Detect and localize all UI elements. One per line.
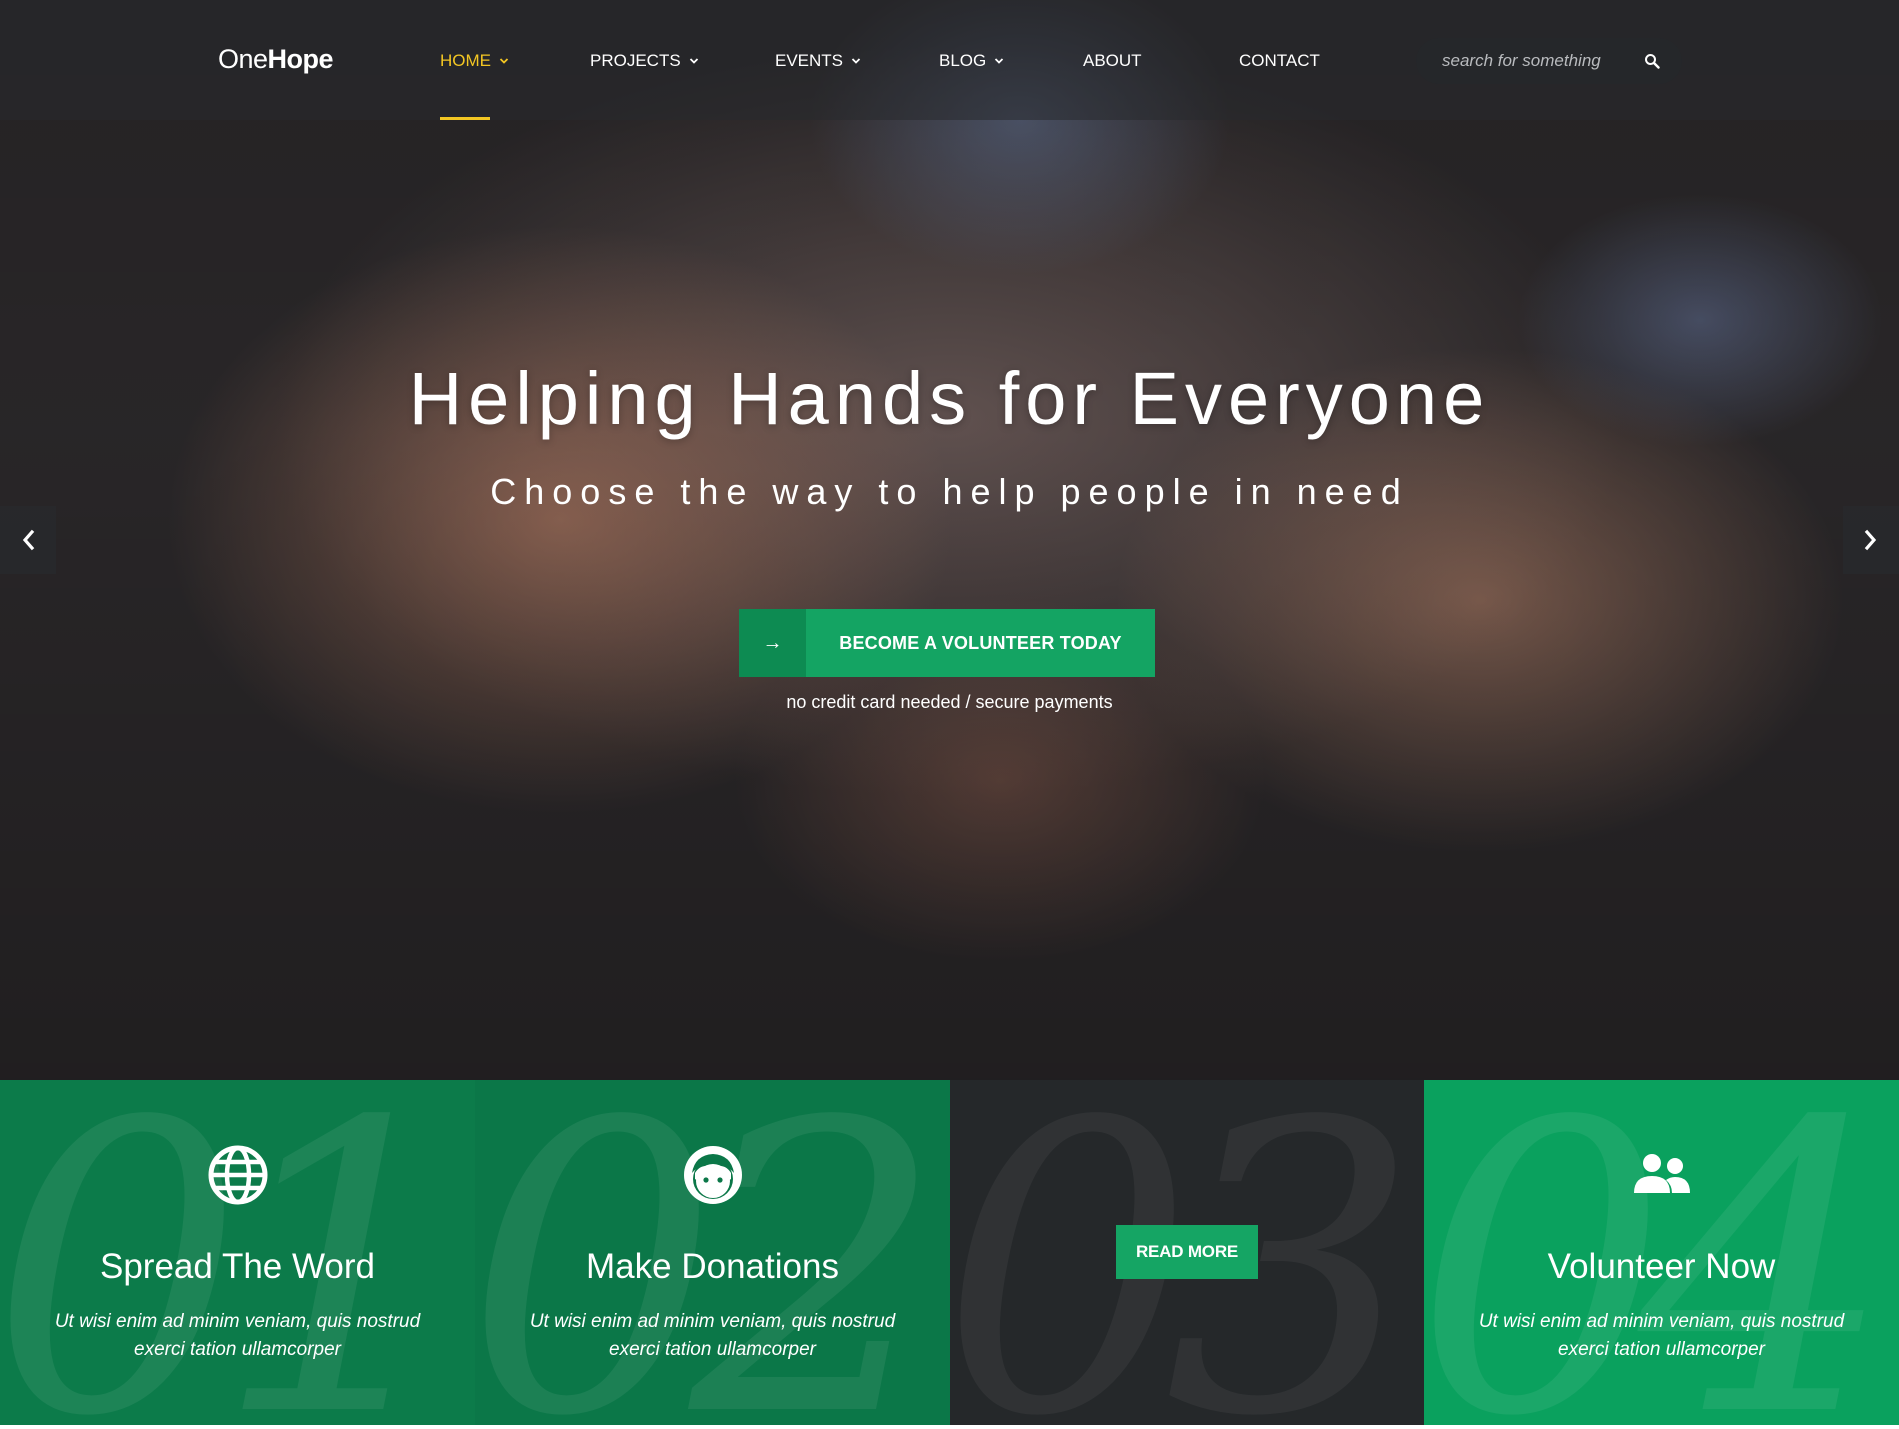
- feature-title: Make Donations: [586, 1247, 839, 1286]
- search-input[interactable]: [1442, 51, 1642, 71]
- nav-projects[interactable]: PROJECTS: [590, 50, 699, 72]
- site-logo[interactable]: OneHope: [218, 44, 334, 75]
- become-volunteer-button[interactable]: → BECOME A VOLUNTEER TODAY: [739, 609, 1155, 677]
- nav-about[interactable]: ABOUT: [1083, 50, 1142, 72]
- nav-about-label: ABOUT: [1083, 51, 1142, 70]
- people-icon: [1633, 1154, 1690, 1193]
- hero-background-image: [0, 0, 1899, 1080]
- feature-make-donations: 02 Make Donations Ut wisi enim ad minim …: [475, 1080, 950, 1425]
- face-icon: [683, 1146, 742, 1204]
- cta-note: no credit card needed / secure payments: [786, 692, 1113, 712]
- chevron-down-icon: [994, 56, 1004, 68]
- nav-projects-label: PROJECTS: [590, 51, 681, 70]
- nav-home-label: HOME: [440, 51, 491, 70]
- hero-title: Helping Hands for Everyone: [408, 357, 1491, 440]
- search-box: [1416, 38, 1682, 84]
- globe-icon: [208, 1145, 267, 1205]
- hero-slider: Helping Hands for Everyone Choose the wa…: [0, 0, 1899, 1080]
- feature-description: Ut wisi enim ad minim veniam, quis nostr…: [54, 1311, 421, 1360]
- feature-spread-the-word: 01 Spread The Word Ut wisi enim ad minim…: [0, 1080, 475, 1425]
- feature-description: Ut wisi enim ad minim veniam, quis nostr…: [1478, 1311, 1845, 1360]
- read-more-button[interactable]: READ MORE: [1116, 1225, 1258, 1279]
- slider-next-button[interactable]: [1843, 506, 1899, 574]
- feature-volunteer-now: 04 Volunteer Now Ut wisi enim ad minim v…: [1424, 1080, 1899, 1425]
- chevron-right-icon: [1864, 529, 1877, 551]
- feature-read-more: 03 READ MORE: [950, 1080, 1425, 1425]
- hero-subtitle: Choose the way to help people in need: [490, 471, 1409, 512]
- nav-contact-label: CONTACT: [1239, 51, 1320, 70]
- nav-blog[interactable]: BLOG: [939, 50, 1004, 72]
- nav-home[interactable]: HOME: [440, 50, 509, 72]
- chevron-down-icon: [499, 56, 509, 68]
- nav-contact[interactable]: CONTACT: [1239, 50, 1320, 72]
- feature-description: Ut wisi enim ad minim veniam, quis nostr…: [529, 1311, 896, 1360]
- site-header: OneHope HOME PROJECTS EVENTS BLOG ABOUT …: [0, 0, 1899, 120]
- nav-active-indicator: [440, 117, 490, 120]
- slider-prev-button[interactable]: [0, 506, 56, 574]
- chevron-left-icon: [22, 529, 35, 551]
- logo-text-one: One: [218, 44, 268, 74]
- logo-text-hope: Hope: [267, 44, 334, 74]
- feature-title: Spread The Word: [100, 1247, 375, 1286]
- become-volunteer-label: BECOME A VOLUNTEER TODAY: [839, 632, 1122, 653]
- nav-blog-label: BLOG: [939, 51, 987, 70]
- chevron-down-icon: [689, 56, 699, 68]
- search-icon[interactable]: [1644, 53, 1660, 69]
- nav-events[interactable]: EVENTS: [775, 50, 861, 72]
- chevron-down-icon: [851, 56, 861, 68]
- feature-title: Volunteer Now: [1547, 1247, 1776, 1286]
- arrow-right-icon: →: [739, 609, 806, 677]
- nav-events-label: EVENTS: [775, 51, 844, 70]
